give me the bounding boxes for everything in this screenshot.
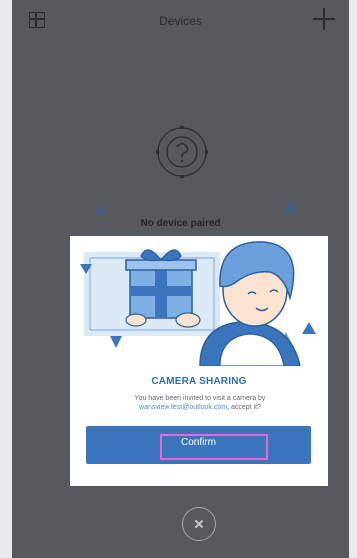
decor-triangle [284,200,298,212]
app-screen: Devices No device paired CAMERA SHARING … [12,0,349,558]
inviter-email: wansview.test@outlook.com [139,404,228,411]
page-title: Devices [159,14,202,28]
camera-sharing-dialog: CAMERA SHARING You have been invited to … [70,236,328,486]
dialog-title: CAMERA SHARING [151,376,247,387]
gift-sharing-illustration [70,236,328,366]
add-device-icon[interactable] [313,8,335,30]
dialog-message: You have been invited to visit a camera … [94,394,306,412]
confirm-button-label: Confirm [180,437,216,448]
confirm-button[interactable]: Confirm [86,426,311,464]
top-bar: Devices [12,0,349,44]
dialog-message-suffix: , accept it? [227,404,261,411]
empty-state-message: No device paired [140,218,221,229]
decor-triangle [94,204,106,214]
dialog-message-prefix: You have been invited to visit a camera … [134,395,266,402]
question-icon [156,126,208,178]
close-icon[interactable] [182,507,216,541]
